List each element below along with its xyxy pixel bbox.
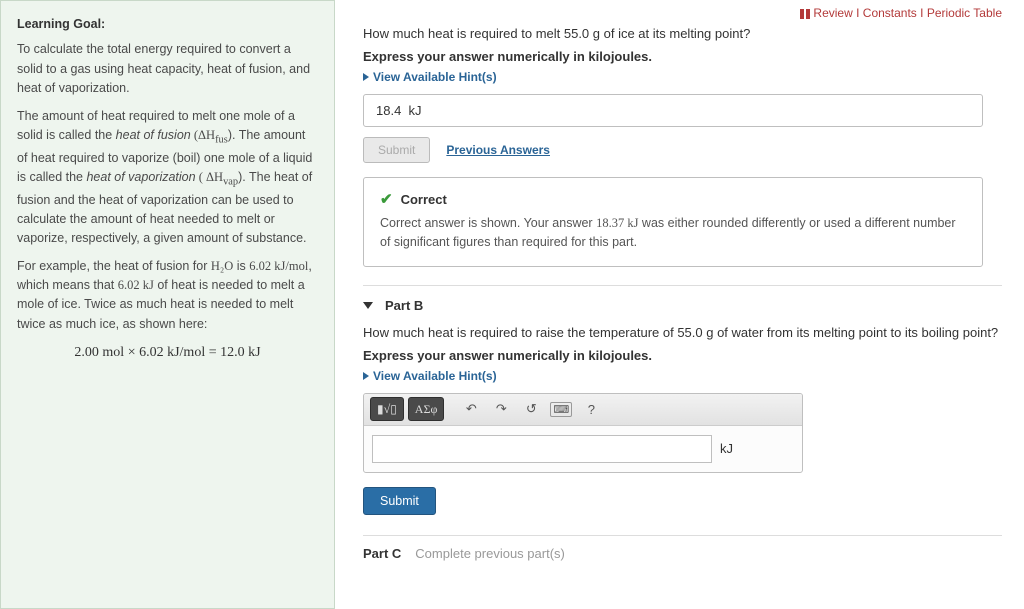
- review-icon: [800, 9, 810, 19]
- answer-toolbar: ▮√▯ ΑΣφ ↶ ↷ ↺ ⌨ ?: [364, 394, 802, 426]
- chevron-right-icon: [363, 73, 369, 81]
- part-b-label: Part B: [385, 298, 423, 313]
- part-a-submit-button: Submit: [363, 137, 430, 163]
- undo-button[interactable]: ↶: [458, 397, 484, 421]
- constants-link[interactable]: Constants: [863, 6, 917, 20]
- feedback-title: ✔ Correct: [380, 190, 966, 208]
- reset-icon: ↺: [526, 401, 537, 417]
- learning-goal-p2: The amount of heat required to melt one …: [17, 107, 318, 249]
- part-c-row: Part C Complete previous part(s): [363, 535, 1002, 561]
- part-c-label: Part C: [363, 546, 401, 561]
- help-button[interactable]: ?: [578, 397, 604, 421]
- redo-button[interactable]: ↷: [488, 397, 514, 421]
- feedback-body: Correct answer is shown. Your answer 18.…: [380, 214, 966, 252]
- answer-input-area: kJ: [364, 426, 802, 472]
- part-a: How much heat is required to melt 55.0 g…: [363, 26, 1002, 267]
- learning-goal-panel: Learning Goal: To calculate the total en…: [0, 0, 335, 609]
- part-b-answer-input[interactable]: [372, 435, 712, 463]
- review-link[interactable]: Review: [813, 6, 852, 20]
- part-b-hints-toggle[interactable]: View Available Hint(s): [363, 369, 1002, 383]
- learning-goal-heading: Learning Goal:: [17, 15, 318, 34]
- part-c-status: Complete previous part(s): [415, 546, 565, 561]
- part-a-instruction: Express your answer numerically in kiloj…: [363, 49, 1002, 64]
- chevron-down-icon: [363, 302, 373, 309]
- part-b-question: How much heat is required to raise the t…: [363, 325, 1002, 340]
- part-b-unit: kJ: [720, 441, 733, 456]
- question-panel: Review I Constants I Periodic Table How …: [335, 0, 1024, 609]
- part-b-header[interactable]: Part B: [363, 285, 1002, 313]
- greek-letters-button[interactable]: ΑΣφ: [408, 397, 445, 421]
- top-links: Review I Constants I Periodic Table: [363, 6, 1002, 20]
- undo-icon: ↶: [466, 401, 477, 417]
- checkmark-icon: ✔: [380, 190, 393, 208]
- chevron-right-icon: [363, 372, 369, 380]
- example-equation: 2.00 mol × 6.02 kJ/mol = 12.0 kJ: [17, 342, 318, 364]
- part-a-hints-toggle[interactable]: View Available Hint(s): [363, 70, 1002, 84]
- previous-answers-link[interactable]: Previous Answers: [446, 143, 550, 157]
- part-b-submit-button[interactable]: Submit: [363, 487, 436, 515]
- learning-goal-p3: For example, the heat of fusion for H₂O …: [17, 257, 318, 335]
- part-a-question: How much heat is required to melt 55.0 g…: [363, 26, 1002, 41]
- part-a-answer-display: 18.4 kJ: [363, 94, 983, 127]
- keyboard-icon: ⌨: [550, 402, 572, 417]
- reset-button[interactable]: ↺: [518, 397, 544, 421]
- part-b: How much heat is required to raise the t…: [363, 325, 1002, 515]
- part-a-submit-row: Submit Previous Answers: [363, 137, 1002, 163]
- templates-button[interactable]: ▮√▯: [370, 397, 404, 421]
- redo-icon: ↷: [496, 401, 507, 417]
- learning-goal-p1: To calculate the total energy required t…: [17, 40, 318, 98]
- keyboard-button[interactable]: ⌨: [548, 397, 574, 421]
- periodic-table-link[interactable]: Periodic Table: [927, 6, 1002, 20]
- part-b-instruction: Express your answer numerically in kiloj…: [363, 348, 1002, 363]
- part-b-answer-widget: ▮√▯ ΑΣφ ↶ ↷ ↺ ⌨ ? kJ: [363, 393, 803, 473]
- part-a-feedback: ✔ Correct Correct answer is shown. Your …: [363, 177, 983, 267]
